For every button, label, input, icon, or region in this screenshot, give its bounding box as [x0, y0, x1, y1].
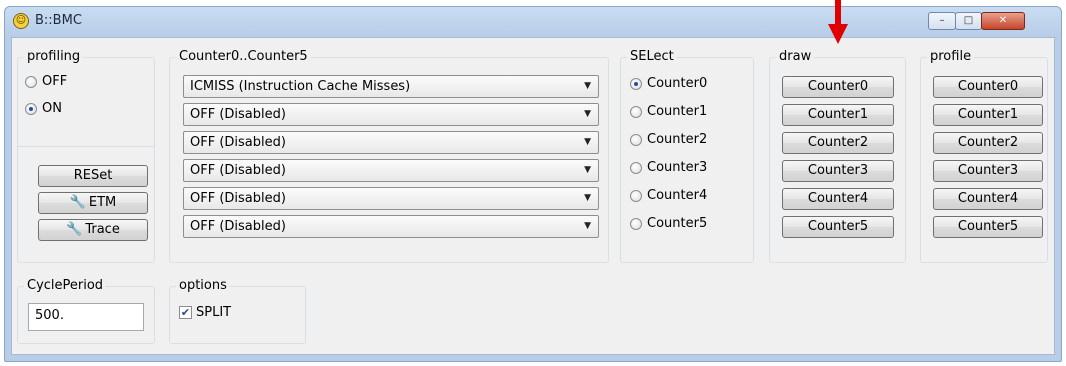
select-counter5-radio[interactable]: Counter5 [630, 216, 707, 231]
select-counter2-label: Counter2 [647, 132, 708, 147]
dropdown-arrow-icon: ▼ [584, 137, 591, 147]
profiling-group: profiling OFF ON RESet 🔧 ETM 🔧 Trace [17, 49, 155, 263]
cycleperiod-group: CyclePeriod 500. [17, 278, 155, 344]
counter3-select[interactable]: OFF (Disabled) ▼ [183, 159, 599, 182]
draw-counter0-button[interactable]: Counter0 [782, 76, 894, 98]
profile-counter5-button[interactable]: Counter5 [933, 216, 1043, 238]
dropdown-arrow-icon: ▼ [584, 81, 591, 91]
select-group: SELect Counter0 Counter1 Counter2 Counte… [620, 49, 754, 263]
bmc-window: ☺ B::BMC – □ ✕ profiling OFF ON RESet 🔧 E… [4, 6, 1062, 362]
cycleperiod-legend: CyclePeriod [24, 278, 107, 294]
counter4-value: OFF (Disabled) [190, 191, 286, 206]
select-counter5-label: Counter5 [647, 216, 708, 231]
client-area: profiling OFF ON RESet 🔧 ETM 🔧 Trace Count… [11, 37, 1055, 355]
wrench-icon: 🔧 [66, 222, 83, 237]
check-icon: ✔ [179, 306, 192, 319]
close-button[interactable]: ✕ [981, 12, 1025, 30]
counter3-value: OFF (Disabled) [190, 163, 286, 178]
counter5-select[interactable]: OFF (Disabled) ▼ [183, 215, 599, 238]
radio-indicator [630, 189, 642, 202]
profiling-on-radio[interactable]: ON [25, 101, 62, 116]
select-counter3-label: Counter3 [647, 160, 708, 175]
dropdown-arrow-icon: ▼ [584, 165, 591, 175]
radio-indicator [630, 105, 642, 118]
profile-counter1-button[interactable]: Counter1 [933, 104, 1043, 126]
draw-group: draw Counter0 Counter1 Counter2 Counter3… [769, 49, 906, 263]
split-checkbox[interactable]: ✔ SPLIT [179, 305, 231, 320]
cycleperiod-input[interactable]: 500. [28, 303, 144, 331]
profile-counter0-button[interactable]: Counter0 [933, 76, 1043, 98]
radio-indicator [630, 217, 642, 230]
select-counter3-radio[interactable]: Counter3 [630, 160, 707, 175]
wrench-icon: 🔧 [69, 195, 86, 210]
maximize-button[interactable]: □ [955, 12, 982, 30]
profiling-legend: profiling [24, 49, 84, 65]
select-counter0-radio[interactable]: Counter0 [630, 76, 707, 91]
draw-legend: draw [776, 49, 815, 65]
counters-group: Counter0..Counter5 ICMISS (Instruction C… [169, 49, 609, 263]
select-counter4-label: Counter4 [647, 188, 708, 203]
select-counter1-radio[interactable]: Counter1 [630, 104, 707, 119]
dropdown-arrow-icon: ▼ [584, 221, 591, 231]
options-legend: options [176, 278, 230, 294]
window-title: B::BMC [35, 13, 82, 28]
radio-indicator [630, 77, 642, 90]
draw-counter5-button[interactable]: Counter5 [782, 216, 894, 238]
profiling-off-label: OFF [42, 74, 68, 89]
counter2-value: OFF (Disabled) [190, 135, 286, 150]
profile-legend: profile [927, 49, 975, 65]
annotation-arrow-icon [828, 0, 848, 44]
profile-group: profile Counter0 Counter1 Counter2 Count… [920, 49, 1048, 263]
draw-counter4-button[interactable]: Counter4 [782, 188, 894, 210]
radio-indicator [630, 161, 642, 174]
counter0-value: ICMISS (Instruction Cache Misses) [190, 79, 411, 94]
select-counter2-radio[interactable]: Counter2 [630, 132, 707, 147]
radio-indicator [630, 133, 642, 146]
profiling-on-label: ON [42, 101, 62, 116]
counter2-select[interactable]: OFF (Disabled) ▼ [183, 131, 599, 154]
profile-counter4-button[interactable]: Counter4 [933, 188, 1043, 210]
select-counter4-radio[interactable]: Counter4 [630, 188, 707, 203]
trace-label: Trace [85, 222, 120, 237]
trace-button[interactable]: 🔧 Trace [38, 219, 148, 241]
etm-button[interactable]: 🔧 ETM [38, 192, 148, 214]
draw-counter1-button[interactable]: Counter1 [782, 104, 894, 126]
etm-label: ETM [88, 195, 117, 210]
title-bar[interactable]: ☺ B::BMC – □ ✕ [5, 7, 1061, 35]
select-counter1-label: Counter1 [647, 104, 708, 119]
profile-counter3-button[interactable]: Counter3 [933, 160, 1043, 182]
profile-counter2-button[interactable]: Counter2 [933, 132, 1043, 154]
profiling-off-radio[interactable]: OFF [25, 74, 67, 89]
options-group: options ✔ SPLIT [169, 278, 306, 344]
counter5-value: OFF (Disabled) [190, 219, 286, 234]
reset-button[interactable]: RESet [38, 165, 148, 187]
dropdown-arrow-icon: ▼ [584, 109, 591, 119]
counter0-select[interactable]: ICMISS (Instruction Cache Misses) ▼ [183, 75, 599, 98]
draw-counter3-button[interactable]: Counter3 [782, 160, 894, 182]
app-icon: ☺ [13, 13, 29, 29]
select-counter0-label: Counter0 [647, 76, 708, 91]
split-label: SPLIT [196, 305, 232, 320]
radio-on-indicator [25, 102, 37, 115]
minimize-button[interactable]: – [928, 12, 956, 30]
counters-legend: Counter0..Counter5 [176, 49, 311, 65]
dropdown-arrow-icon: ▼ [584, 193, 591, 203]
counter4-select[interactable]: OFF (Disabled) ▼ [183, 187, 599, 210]
select-legend: SELect [627, 49, 677, 65]
draw-counter2-button[interactable]: Counter2 [782, 132, 894, 154]
profiling-separator [18, 146, 154, 147]
counter1-select[interactable]: OFF (Disabled) ▼ [183, 103, 599, 126]
radio-off-indicator [25, 75, 37, 88]
counter1-value: OFF (Disabled) [190, 107, 286, 122]
